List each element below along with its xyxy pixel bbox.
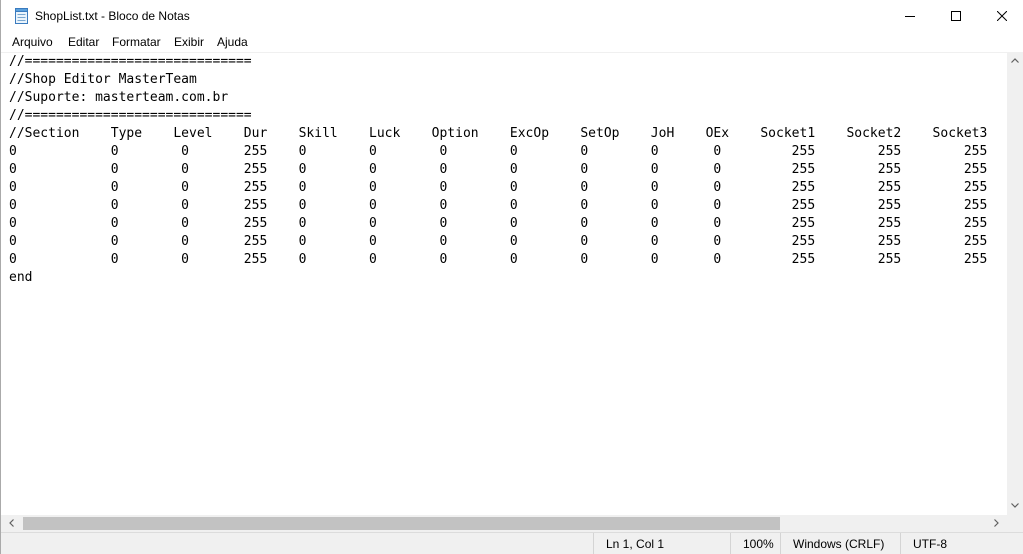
text-line: 0 0 0 255 0 0 0 0 0 0 0 255 255 255 [9,180,988,195]
text-line: //============================= [9,54,252,69]
cursor-position-text: Ln 1, Col 1 [606,537,665,551]
close-button[interactable] [979,0,1023,32]
text-line: 0 0 0 255 0 0 0 0 0 0 0 255 255 255 [9,162,988,177]
text-line: 0 0 0 255 0 0 0 0 0 0 0 255 255 255 [9,144,988,159]
text-line: 0 0 0 255 0 0 0 0 0 0 0 255 255 255 [9,234,988,249]
menu-editar[interactable]: Editar [68,35,99,49]
scroll-down-icon[interactable] [1011,503,1019,508]
editor-text[interactable]: //============================= //Shop E… [9,53,987,287]
text-line: 0 0 0 255 0 0 0 0 0 0 0 255 255 255 [9,252,988,267]
scroll-right-icon[interactable] [994,519,999,527]
maximize-icon [951,11,961,21]
status-bar: Ln 1, Col 1 100% Windows (CRLF) UTF-8 [1,532,1023,554]
vertical-scroll-track[interactable] [1009,70,1021,498]
menu-ajuda[interactable]: Ajuda [217,35,248,49]
text-line: end [9,270,33,285]
window-title: ShopList.txt - Bloco de Notas [35,9,190,23]
menu-arquivo[interactable]: Arquivo [12,35,53,49]
zoom-text: 100% [743,537,774,551]
text-line: 0 0 0 255 0 0 0 0 0 0 0 255 255 255 [9,198,988,213]
status-zoom: 100% [730,533,780,554]
horizontal-scroll-thumb[interactable] [23,517,780,530]
title-bar[interactable]: ShopList.txt - Bloco de Notas [1,0,1023,32]
minimize-button[interactable] [887,0,933,32]
text-line: 0 0 0 255 0 0 0 0 0 0 0 255 255 255 [9,216,988,231]
text-editor[interactable]: //============================= //Shop E… [1,53,1007,515]
encoding-text: UTF-8 [913,537,947,551]
status-cursor-position: Ln 1, Col 1 [593,533,730,554]
text-line: //Shop Editor MasterTeam [9,72,197,87]
line-ending-text: Windows (CRLF) [793,537,885,551]
minimize-icon [905,16,915,17]
notepad-icon [15,8,28,24]
scroll-up-icon[interactable] [1011,58,1019,63]
status-line-ending: Windows (CRLF) [780,533,900,554]
menu-exibir[interactable]: Exibir [174,35,204,49]
scroll-left-icon[interactable] [9,519,14,527]
menu-bar: Arquivo Editar Formatar Exibir Ajuda [1,32,1023,53]
status-encoding: UTF-8 [900,533,1023,554]
text-line: //Section Type Level Dur Skill Luck Opti… [9,126,988,141]
horizontal-scrollbar[interactable] [1,515,1007,532]
menu-formatar[interactable]: Formatar [112,35,161,49]
scrollbar-corner [1007,515,1023,532]
text-line: //============================= [9,108,252,123]
close-icon [997,11,1007,21]
vertical-scrollbar[interactable] [1007,53,1023,515]
maximize-button[interactable] [933,0,979,32]
text-line: //Suporte: masterteam.com.br [9,90,229,105]
notepad-window: ShopList.txt - Bloco de Notas Arquivo Ed… [0,0,1023,554]
